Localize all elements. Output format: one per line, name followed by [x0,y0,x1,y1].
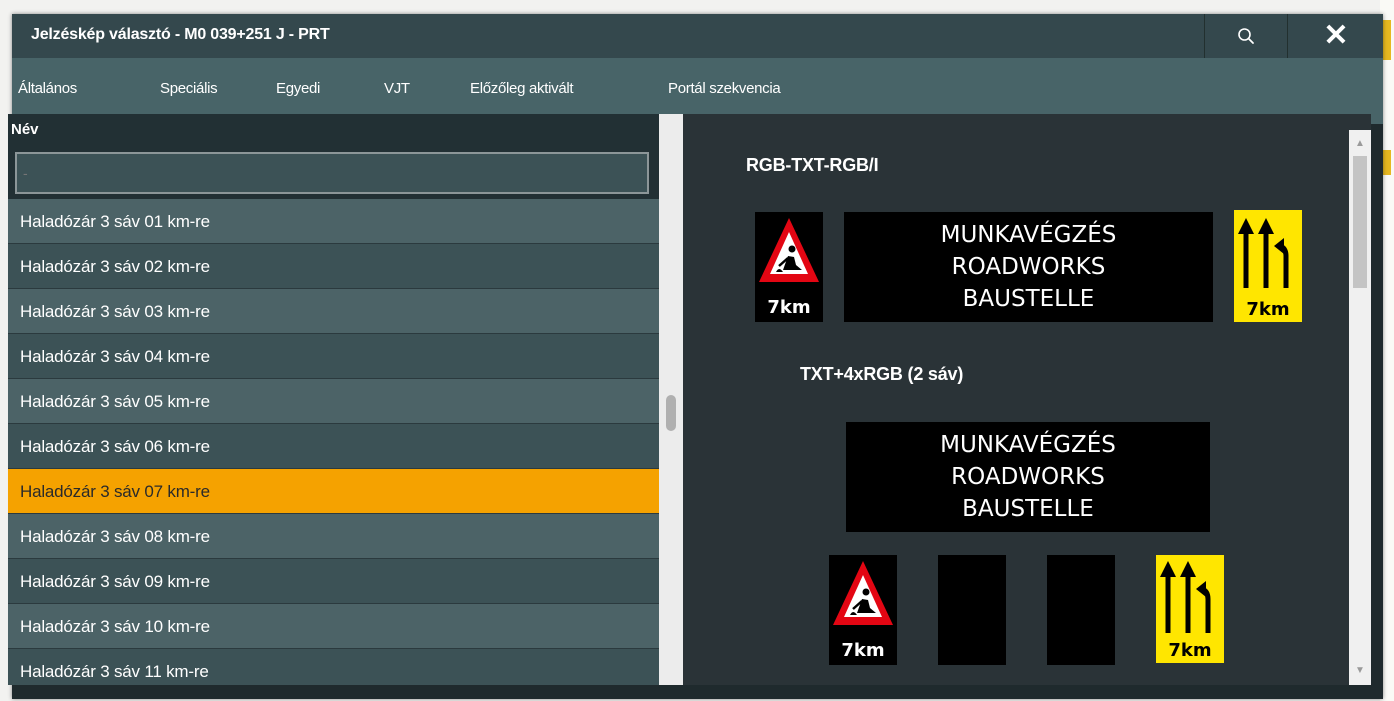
vms-line: BAUSTELLE [962,496,1094,522]
scroll-up-arrow-icon[interactable]: ▲ [1349,134,1371,154]
sign-list-panel: Név Haladózár 3 sáv 01 km-re Haladózár 3… [8,114,659,685]
list-scrollbar-thumb[interactable] [666,395,676,431]
vms-text-panel-1: MUNKAVÉGZÉS ROADWORKS BAUSTELLE [844,212,1213,322]
vms-line: MUNKAVÉGZÉS [940,432,1116,458]
close-icon: ✕ [1323,19,1349,52]
list-item[interactable]: Haladózár 3 sáv 10 km-re [8,604,659,649]
scroll-down-arrow-icon[interactable]: ▼ [1349,661,1371,681]
lane-closure-sign-1: 7km [1234,210,1302,322]
vms-line: ROADWORKS [951,464,1105,490]
list-item[interactable]: Haladózár 3 sáv 02 km-re [8,244,659,289]
roadworks-distance-label: 7km [767,297,811,318]
preview-section-title-1: RGB-TXT-RGB/I [746,155,879,175]
roadworks-sign-1: 7km [755,212,823,322]
lane-closure-arrows-icon [1160,561,1211,633]
sign-preview-panel: RGB-TXT-RGB/I 7km MUNKAVÉGZÉS ROADWORKS … [683,114,1371,685]
window-title: Jelzéskép választó - M0 039+251 J - PRT [31,26,330,43]
preview-scrollbar[interactable]: ▲ ▼ [1349,130,1371,685]
roadworks-warning-icon [759,218,819,282]
preview-section-title-2: TXT+4xRGB (2 sáv) [800,364,964,384]
close-button[interactable]: ✕ [1287,14,1384,58]
title-bar: Jelzéskép választó - M0 039+251 J - PRT … [12,14,1383,58]
lane-closure-arrows-icon [1238,218,1289,288]
list-item[interactable]: Haladózár 3 sáv 06 km-re [8,424,659,469]
list-item[interactable]: Haladózár 3 sáv 01 km-re [8,199,659,244]
list-item[interactable]: Haladózár 3 sáv 08 km-re [8,514,659,559]
blank-lane-sign [1047,555,1115,665]
roadworks-distance-label: 7km [841,640,885,661]
column-header-name[interactable]: Név [8,114,659,150]
list-item[interactable]: Haladózár 3 sáv 05 km-re [8,379,659,424]
vms-line: BAUSTELLE [962,286,1095,312]
list-item[interactable]: Haladózár 3 sáv 09 km-re [8,559,659,604]
roadworks-sign-2: 7km [829,555,897,665]
preview-scrollbar-thumb[interactable] [1353,156,1367,288]
vms-line: ROADWORKS [951,254,1106,280]
column-header-label: Név [11,121,39,138]
search-button[interactable] [1204,14,1287,58]
list-item[interactable]: Haladózár 3 sáv 04 km-re [8,334,659,379]
lane-distance-label: 7km [1168,640,1212,661]
vms-line: MUNKAVÉGZÉS [940,222,1117,248]
name-filter-input[interactable] [15,152,649,194]
blank-lane-sign [938,555,1006,665]
sign-list: Haladózár 3 sáv 01 km-re Haladózár 3 sáv… [8,199,659,685]
list-item-selected[interactable]: Haladózár 3 sáv 07 km-re [8,469,659,514]
list-scrollbar[interactable] [659,114,683,685]
roadworks-warning-icon [833,561,893,625]
search-icon [1238,28,1254,44]
list-item[interactable]: Haladózár 3 sáv 11 km-re [8,649,659,685]
list-item[interactable]: Haladózár 3 sáv 03 km-re [8,289,659,334]
lane-distance-label: 7km [1246,299,1290,320]
lane-closure-sign-2: 7km [1156,555,1224,663]
vms-text-panel-2: MUNKAVÉGZÉS ROADWORKS BAUSTELLE [846,422,1210,532]
